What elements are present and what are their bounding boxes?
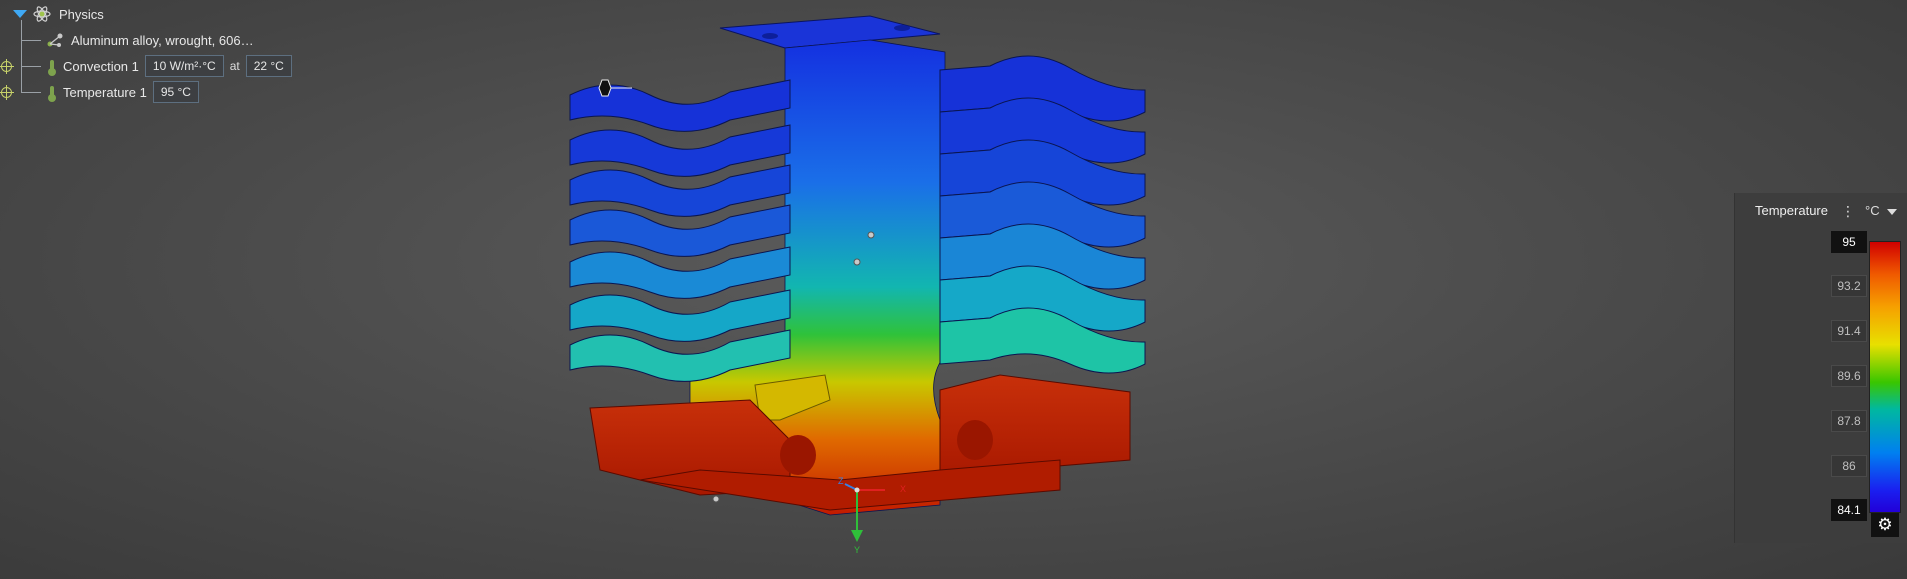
legend-settings-gear-icon[interactable]: ⚙ — [1871, 513, 1899, 537]
temperature-label: Temperature 1 — [63, 84, 147, 100]
material-label: Aluminum alloy, wrought, 606… — [71, 32, 254, 48]
axis-x-label: X — [900, 484, 906, 494]
physics-label: Physics — [59, 6, 104, 22]
thermometer-icon — [48, 85, 56, 102]
pin-icon[interactable] — [0, 85, 14, 100]
base-slot — [957, 420, 993, 460]
tree-guide-line — [21, 20, 22, 93]
axis-z-label: Z — [838, 476, 844, 486]
right-fin-stack — [939, 55, 1146, 374]
legend-tick: 86 — [1831, 455, 1867, 477]
base-slot — [780, 435, 816, 475]
convection-coefficient-field[interactable]: 10 W/m²·°C — [144, 55, 224, 77]
convection-temperature-field[interactable]: 22 °C — [245, 55, 292, 77]
left-fin-stack — [569, 79, 791, 382]
unit-dropdown-icon[interactable] — [1887, 209, 1897, 215]
tree-guide-line — [21, 92, 41, 93]
legend-tick-max: 95 — [1831, 231, 1867, 253]
physics-tree: Physics Aluminum alloy, wrought, 606… Co… — [0, 0, 320, 110]
heatsink-top-cap — [719, 15, 941, 49]
expand-toggle-icon[interactable] — [13, 10, 27, 18]
legend-color-bar — [1869, 241, 1901, 513]
legend-tick: 91.4 — [1831, 320, 1867, 342]
pin-icon[interactable] — [0, 59, 14, 74]
tree-row-convection[interactable]: Convection 1 10 W/m²·°C at 22 °C — [48, 54, 292, 78]
legend-tick: 87.8 — [1831, 410, 1867, 432]
material-icon — [47, 33, 63, 47]
tree-row-material[interactable]: Aluminum alloy, wrought, 606… — [46, 28, 254, 52]
probe-point[interactable] — [867, 231, 875, 239]
legend-tick: 89.6 — [1831, 365, 1867, 387]
convection-at-label: at — [229, 59, 240, 73]
legend-tick: 93.2 — [1831, 275, 1867, 297]
temperature-legend: Temperature ⋮ °C 95 93.2 91.4 89.6 87.8 … — [1734, 193, 1907, 543]
legend-title: Temperature — [1755, 203, 1828, 218]
mount-hole — [894, 25, 910, 31]
axis-y-label: Y — [854, 545, 860, 555]
thermometer-icon — [48, 59, 56, 76]
selected-vertex-marker[interactable] — [598, 79, 612, 97]
probe-point[interactable] — [712, 495, 720, 503]
tree-row-temperature[interactable]: Temperature 1 95 °C — [48, 80, 199, 104]
legend-tick-min: 84.1 — [1831, 499, 1867, 521]
probe-point[interactable] — [853, 258, 861, 266]
tree-guide-line — [21, 66, 41, 67]
mount-hole — [762, 33, 778, 39]
model-viewport[interactable]: Y X Z — [540, 0, 1180, 579]
legend-unit-selector[interactable]: °C — [1865, 203, 1880, 218]
physics-icon — [33, 6, 51, 22]
tree-row-physics[interactable]: Physics — [13, 2, 104, 26]
tree-guide-line — [21, 40, 41, 41]
legend-menu-icon[interactable]: ⋮ — [1841, 204, 1855, 218]
convection-label: Convection 1 — [63, 58, 139, 74]
temperature-value-field[interactable]: 95 °C — [152, 81, 199, 103]
